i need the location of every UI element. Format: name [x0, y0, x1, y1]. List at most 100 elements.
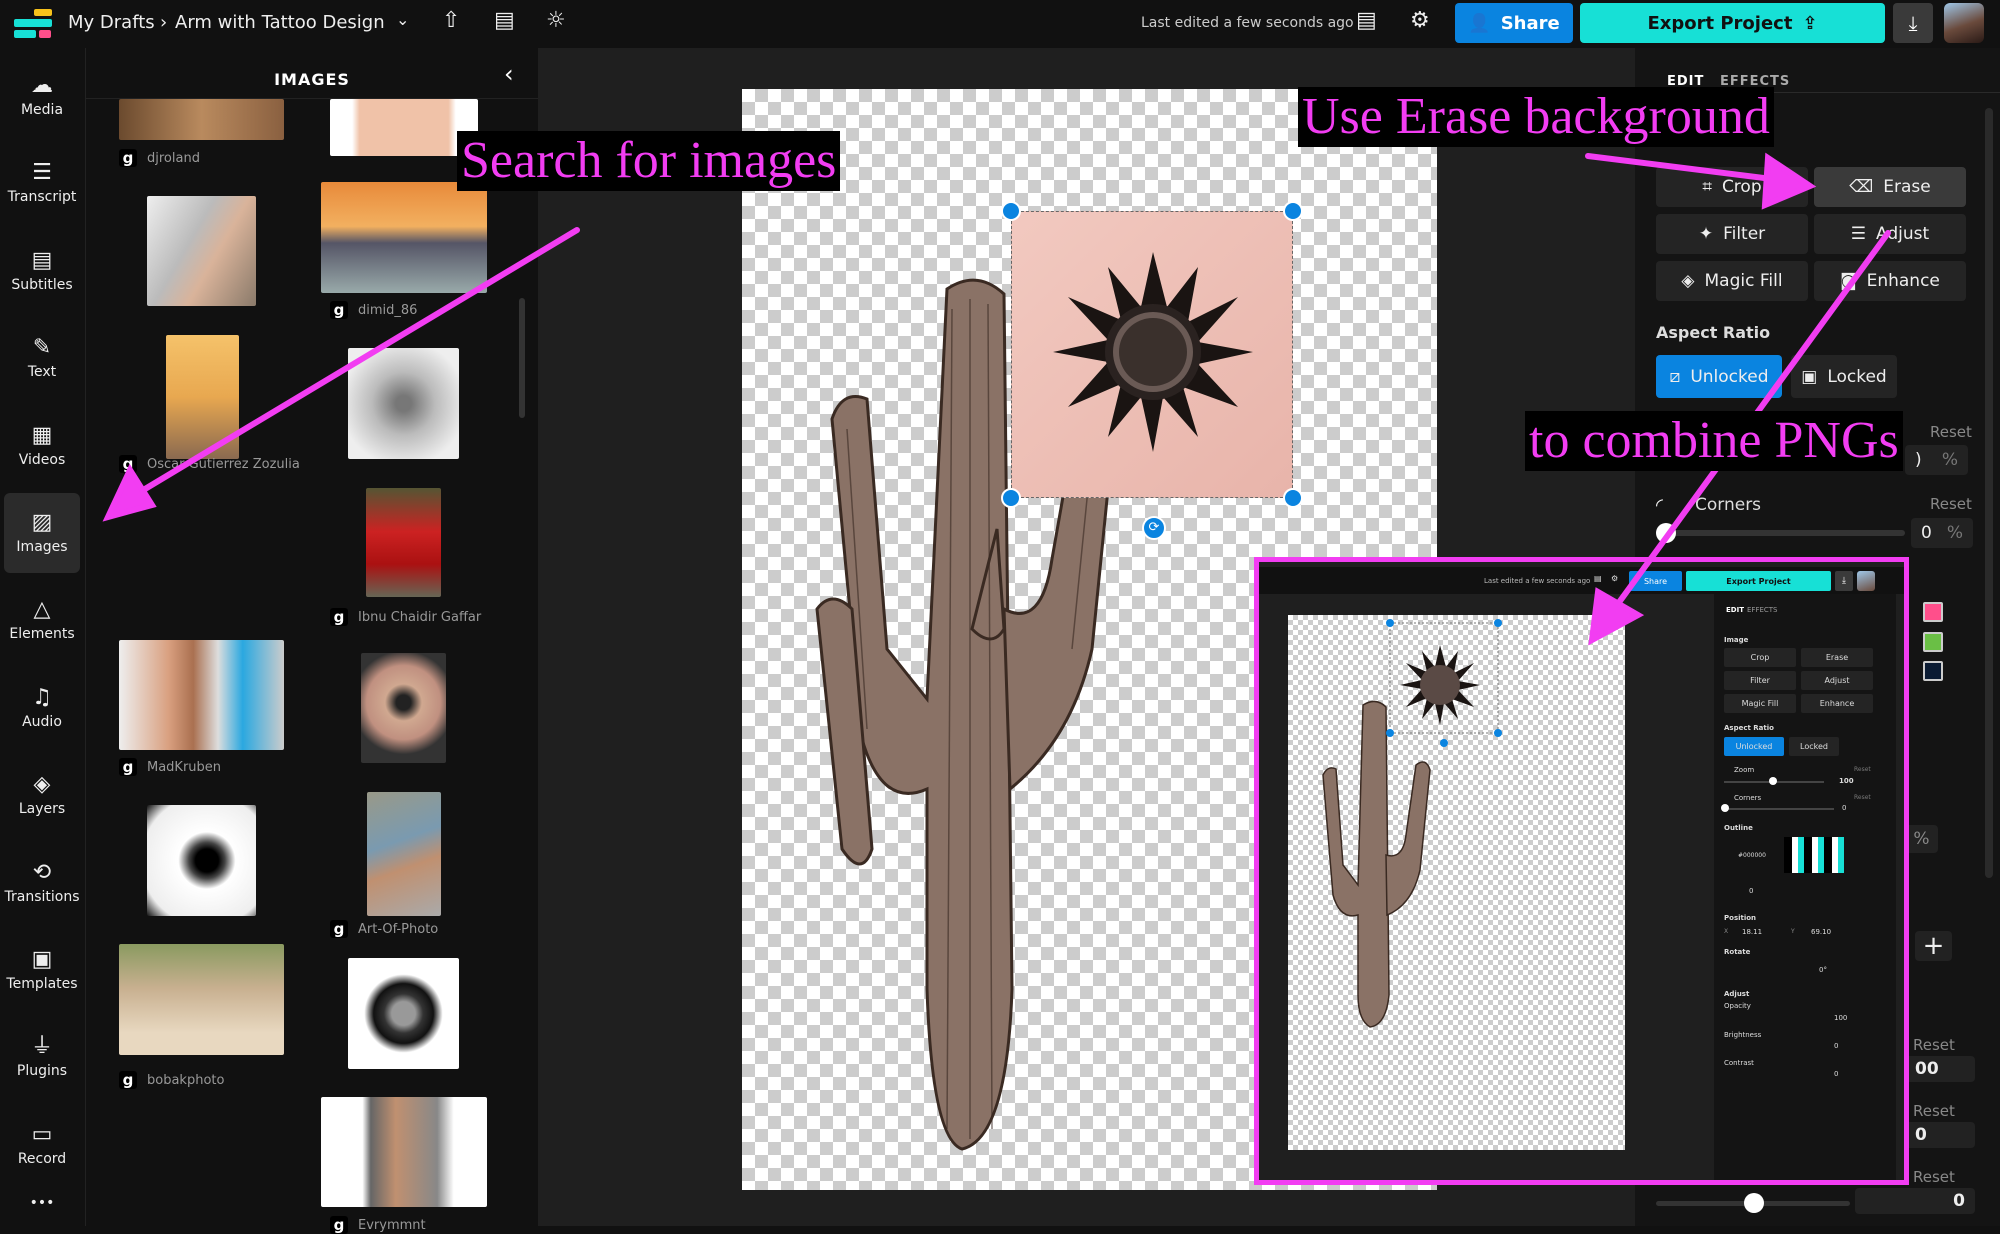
inset-crop-label: Crop [1751, 653, 1770, 662]
more-menu-button[interactable]: ••• [4, 1183, 80, 1223]
inset-opacity-label: Opacity [1724, 1002, 1751, 1010]
inset-magic-fill: Magic Fill [1724, 694, 1796, 713]
image-thumb-lying-man[interactable] [367, 792, 441, 916]
resize-handle-tl[interactable] [1001, 201, 1021, 221]
share-button[interactable]: 👤Share [1455, 3, 1573, 43]
opacity-input[interactable]: 00 [1905, 1056, 1975, 1082]
swatch-green[interactable] [1923, 632, 1943, 652]
filter-button[interactable]: ✦Filter [1656, 214, 1808, 254]
app-logo[interactable] [14, 9, 54, 39]
aspect-locked-button[interactable]: ▣Locked [1791, 355, 1897, 398]
panel-scrollbar[interactable] [519, 298, 525, 418]
rail-item-media[interactable]: ☁Media [4, 56, 80, 136]
image-thumb-wrist-tattoo[interactable] [147, 196, 256, 306]
image-credit[interactable]: Oscar Gutierrez Zozulia [147, 457, 300, 472]
captions-icon[interactable]: ▤ [494, 8, 515, 33]
rail-item-text[interactable]: ✎Text [4, 318, 80, 398]
inset-tab-edit: EDIT [1726, 606, 1744, 614]
image-thumb-striped-shirt-man[interactable] [321, 1097, 487, 1207]
contrast-input[interactable]: 0 [1855, 1188, 1975, 1214]
image-thumb-red-fabric[interactable] [366, 488, 441, 597]
image-credit[interactable]: MadKruben [147, 760, 221, 775]
image-thumb-shoulder-tattoo[interactable] [119, 640, 284, 750]
percent-unit: % [1913, 829, 1929, 849]
crop-button[interactable]: ⌗Crop [1656, 167, 1808, 207]
magic-fill-button[interactable]: ◈Magic Fill [1656, 261, 1808, 301]
resize-handle-bl[interactable] [1001, 488, 1021, 508]
image-credit[interactable]: Ibnu Chaidir Gaffar [358, 610, 481, 625]
corners-slider[interactable] [1663, 530, 1905, 536]
download-button[interactable]: ⤓ [1893, 3, 1933, 43]
zoom-input[interactable]: )% [1905, 445, 1968, 475]
inset-reset: Reset [1854, 766, 1871, 773]
adjust-button[interactable]: ☰Adjust [1814, 214, 1966, 254]
enhance-button[interactable]: ◙Enhance [1814, 261, 1966, 301]
rotate-handle-icon[interactable]: ⟳ [1142, 516, 1166, 540]
rail-item-templates[interactable]: ▣Templates [4, 930, 80, 1010]
lightbulb-icon[interactable]: ☼ [546, 8, 566, 33]
aspect-unlocked-button[interactable]: ⧄Unlocked [1656, 355, 1782, 398]
swatch-pink[interactable] [1923, 602, 1943, 622]
collapse-panel-chevron-icon[interactable]: ‹ [504, 60, 514, 88]
image-thumb-sand-woman[interactable] [119, 944, 284, 1055]
inset-unlocked-label: Unlocked [1736, 742, 1773, 751]
brightness-input[interactable]: 0 [1905, 1122, 1975, 1148]
project-title[interactable]: Arm with Tattoo Design [175, 12, 385, 33]
erase-button[interactable]: ⌫Erase [1814, 167, 1966, 207]
rail-item-subtitles[interactable]: ▤Subtitles [4, 231, 80, 311]
rail-item-videos[interactable]: ▦Videos [4, 406, 80, 486]
increment-button[interactable]: + [1915, 931, 1952, 961]
inset-enhance: Enhance [1801, 694, 1873, 713]
image-credit[interactable]: bobakphoto [147, 1073, 224, 1088]
inset-edit-panel: EDIT EFFECTS Image Crop Erase Filter Adj… [1714, 594, 1896, 1180]
image-credit[interactable]: djroland [147, 151, 200, 166]
image-thumb-leg-sun-tattoo[interactable] [361, 653, 446, 763]
opacity-reset-link[interactable]: Reset [1913, 1036, 1955, 1054]
percent-unit: % [1947, 523, 1963, 543]
contrast-reset-link[interactable]: Reset [1913, 1168, 1955, 1186]
upload-icon[interactable]: ⇧ [442, 8, 460, 33]
inset-hex-value: #000000 [1738, 852, 1766, 859]
rail-item-elements[interactable]: △Elements [4, 580, 80, 660]
rail-item-record[interactable]: ▭Record [4, 1105, 80, 1185]
breadcrumb-my-drafts[interactable]: My Drafts [68, 12, 155, 33]
rail-item-images[interactable]: ▨Images [4, 493, 80, 573]
share-out-icon: ⇪ [1802, 13, 1817, 34]
comments-icon[interactable]: ▤ [1356, 8, 1377, 33]
rail-item-plugins[interactable]: ⏚Plugins [4, 1017, 80, 1097]
image-credit[interactable]: dimid_86 [358, 303, 417, 318]
image-credit[interactable]: Evrymmnt [358, 1218, 426, 1233]
resize-handle-tr[interactable] [1283, 201, 1303, 221]
chevron-down-icon[interactable]: ⌄ [396, 10, 409, 29]
contrast-slider-thumb[interactable] [1744, 1193, 1764, 1213]
rail-item-transitions[interactable]: ⟲Transitions [4, 843, 80, 923]
image-thumb-beach-woman[interactable] [166, 335, 239, 459]
corners-reset-link[interactable]: Reset [1930, 495, 1972, 513]
image-thumb-arm-sun-tattoo[interactable] [147, 805, 256, 916]
image-credit[interactable]: Art-Of-Photo [358, 922, 438, 937]
edit-panel-scrollbar[interactable] [1985, 108, 1993, 878]
image-thumb-back-tattoo[interactable] [330, 99, 478, 156]
corners-slider-thumb[interactable] [1656, 523, 1676, 543]
brightness-reset-link[interactable]: Reset [1913, 1102, 1955, 1120]
image-thumb-chest-tattoo[interactable] [348, 348, 459, 459]
corners-input[interactable]: 0% [1911, 518, 1973, 548]
resize-handle-br[interactable] [1283, 488, 1303, 508]
unlocked-label: Unlocked [1690, 367, 1768, 387]
zoom-reset-link[interactable]: Reset [1930, 423, 1972, 441]
rail-item-layers[interactable]: ◈Layers [4, 755, 80, 835]
gear-icon[interactable]: ⚙ [1410, 8, 1430, 33]
inset-x-label: X [1724, 928, 1728, 935]
avatar[interactable] [1944, 3, 1984, 43]
image-thumb-sun-design[interactable] [348, 958, 459, 1069]
rail-item-transcript[interactable]: ☰Transcript [4, 143, 80, 223]
locked-label: Locked [1827, 367, 1886, 387]
swatch-navy[interactable] [1923, 661, 1943, 681]
inset-rotate-label: Rotate [1724, 948, 1750, 956]
export-project-button[interactable]: Export Project⇪ [1580, 3, 1885, 43]
image-thumb-skater[interactable] [321, 182, 487, 293]
inset-zoom-value: 100 [1839, 777, 1854, 785]
sun-tattoo-image[interactable] [1011, 211, 1293, 498]
rail-item-audio[interactable]: ♫Audio [4, 668, 80, 748]
image-thumb-curly-hair[interactable] [119, 99, 284, 140]
